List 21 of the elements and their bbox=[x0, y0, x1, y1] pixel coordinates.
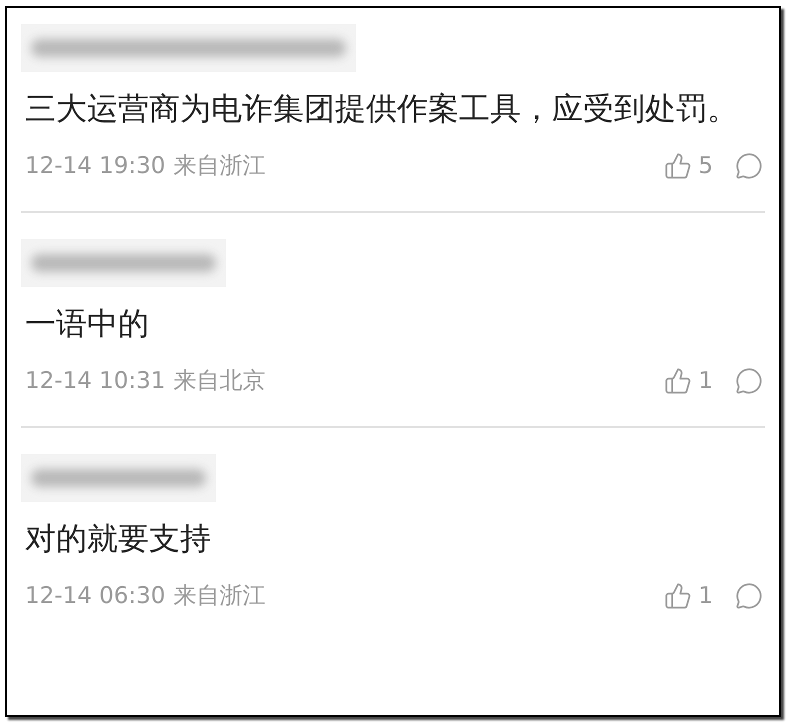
comment-location: 来自浙江 bbox=[173, 582, 266, 611]
reply-button[interactable] bbox=[735, 152, 763, 180]
speech-bubble-icon bbox=[735, 152, 763, 180]
comment-text: 三大运营商为电诈集团提供作案工具，应受到处罚。 bbox=[24, 90, 739, 129]
comment-time: 12-14 10:31 bbox=[25, 366, 166, 396]
reply-button[interactable] bbox=[735, 582, 763, 610]
comment-time: 12-14 19:30 bbox=[25, 152, 166, 181]
speech-bubble-icon bbox=[735, 367, 763, 395]
comment-text: 对的就要支持 bbox=[24, 520, 212, 559]
comment-location: 来自北京 bbox=[173, 366, 266, 396]
comment-text: 一语中的 bbox=[24, 305, 150, 344]
thumbs-up-icon bbox=[664, 582, 692, 610]
comment-time: 12-14 06:30 bbox=[25, 582, 166, 611]
speech-bubble-icon bbox=[735, 582, 763, 610]
reply-button[interactable] bbox=[735, 367, 763, 395]
like-button[interactable]: 1 bbox=[664, 364, 713, 398]
like-button[interactable]: 5 bbox=[664, 148, 713, 184]
comment-location: 来自浙江 bbox=[173, 152, 266, 181]
like-button[interactable]: 1 bbox=[664, 578, 713, 614]
thumbs-up-icon bbox=[664, 152, 692, 180]
thumbs-up-icon bbox=[664, 367, 692, 395]
